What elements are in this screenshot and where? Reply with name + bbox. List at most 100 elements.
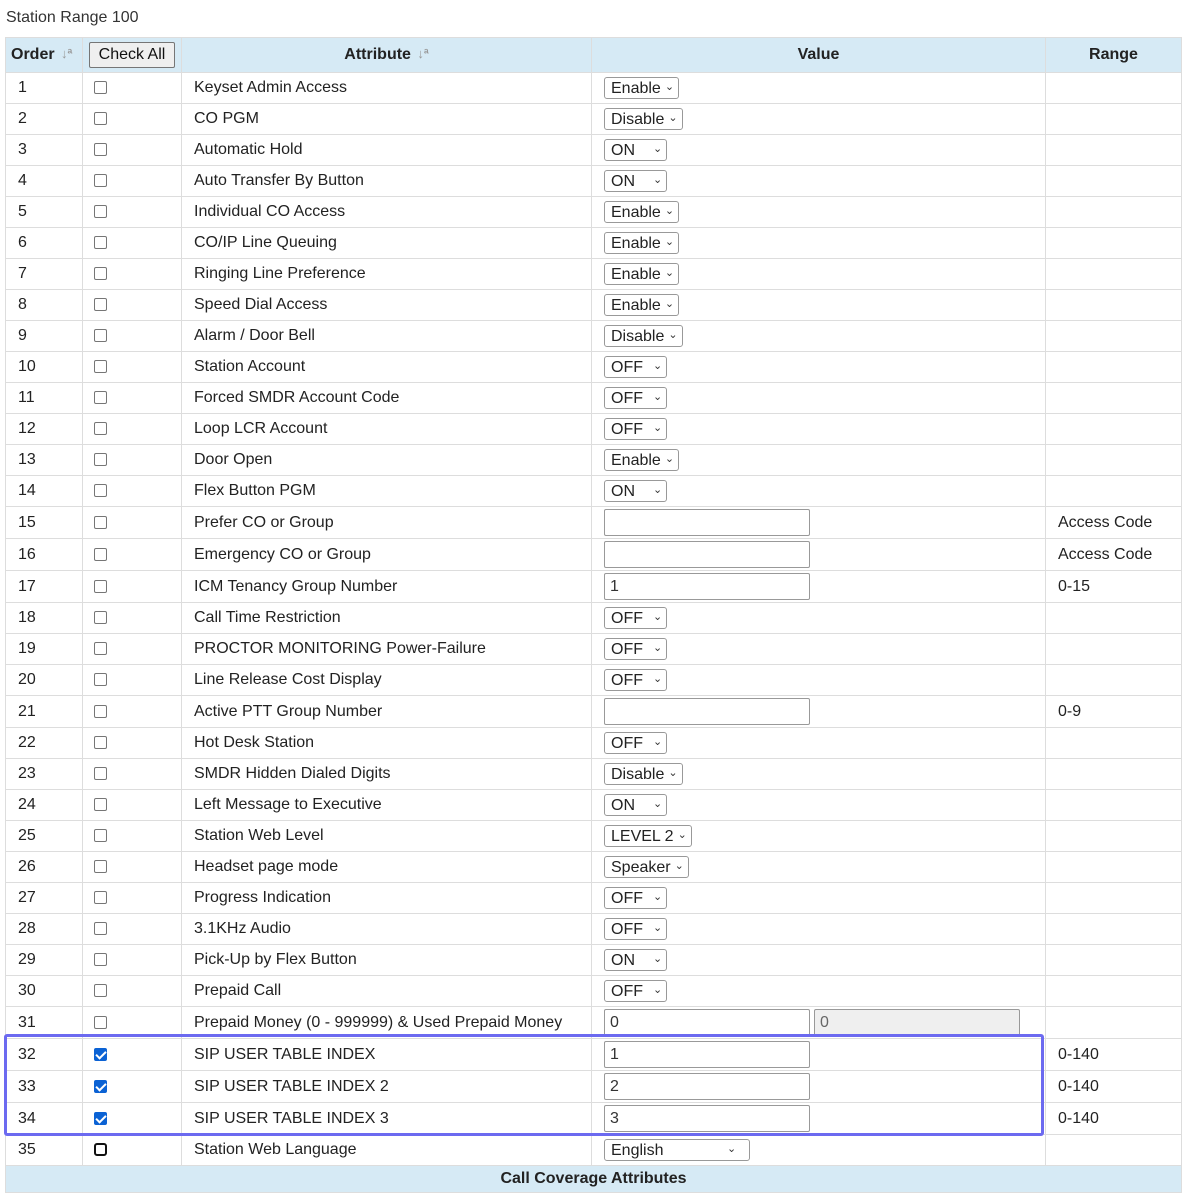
- row-checkbox[interactable]: [94, 1143, 107, 1157]
- value-select[interactable]: OFF ⌄: [604, 980, 668, 1002]
- value-input[interactable]: 3: [604, 1105, 810, 1132]
- value-input[interactable]: [604, 541, 810, 568]
- range-cell: [1045, 258, 1182, 290]
- row-checkbox[interactable]: [94, 984, 107, 998]
- attribute-cell: Door Open: [181, 444, 592, 476]
- check-all-button[interactable]: Check All: [88, 42, 176, 68]
- value-select[interactable]: Enable ⌄: [604, 77, 680, 99]
- row-checkbox[interactable]: [94, 1015, 107, 1029]
- select-value: OFF: [611, 735, 643, 752]
- value-input[interactable]: 0: [604, 1009, 810, 1036]
- row-checkbox[interactable]: [94, 736, 107, 750]
- row-checkbox[interactable]: [94, 484, 107, 498]
- value-select[interactable]: Enable ⌄: [604, 294, 680, 316]
- value-select[interactable]: ON ⌄: [604, 139, 668, 161]
- row-checkbox[interactable]: [94, 112, 107, 126]
- value-select[interactable]: OFF ⌄: [604, 887, 668, 909]
- row-checkbox[interactable]: [94, 1079, 107, 1093]
- order-cell: 13: [5, 444, 83, 476]
- row-checkbox[interactable]: [94, 829, 107, 843]
- value-select[interactable]: Enable ⌄: [604, 449, 680, 471]
- value-select[interactable]: Enable ⌄: [604, 263, 680, 285]
- table-row: 26 Headset page mode Speaker ⌄: [5, 851, 1182, 883]
- row-checkbox[interactable]: [94, 891, 107, 905]
- row-checkbox[interactable]: [94, 298, 107, 312]
- row-checkbox[interactable]: [94, 360, 107, 374]
- checkbox-cell: [82, 1070, 182, 1103]
- value-select[interactable]: OFF ⌄: [604, 387, 668, 409]
- row-checkbox[interactable]: [94, 236, 107, 250]
- value-select[interactable]: OFF ⌄: [604, 356, 668, 378]
- row-checkbox[interactable]: [94, 798, 107, 812]
- row-checkbox[interactable]: [94, 143, 107, 157]
- sort-icon[interactable]: ↓ª: [417, 46, 428, 61]
- value-select[interactable]: OFF ⌄: [604, 918, 668, 940]
- row-checkbox[interactable]: [94, 642, 107, 656]
- value-select[interactable]: OFF ⌄: [604, 638, 668, 660]
- value-select[interactable]: Disable ⌄: [604, 763, 683, 785]
- value-select[interactable]: OFF ⌄: [604, 669, 668, 691]
- select-value: Enable: [611, 204, 661, 221]
- sort-icon[interactable]: ↓ª: [61, 46, 72, 61]
- order-cell: 6: [5, 227, 83, 259]
- value-select[interactable]: ON ⌄: [604, 949, 668, 971]
- checkbox-cell: [82, 1102, 182, 1135]
- value-select[interactable]: Enable ⌄: [604, 232, 680, 254]
- order-column-header[interactable]: Order ↓ª: [5, 37, 83, 73]
- order-cell: 26: [5, 851, 83, 883]
- value-select[interactable]: Enable ⌄: [604, 201, 680, 223]
- value-input[interactable]: 2: [604, 1073, 810, 1100]
- row-checkbox[interactable]: [94, 391, 107, 405]
- value-input[interactable]: 1: [604, 1041, 810, 1068]
- value-select[interactable]: OFF ⌄: [604, 418, 668, 440]
- value-select[interactable]: ON ⌄: [604, 480, 668, 502]
- row-checkbox[interactable]: [94, 422, 107, 436]
- row-checkbox[interactable]: [94, 922, 107, 936]
- value-select[interactable]: OFF ⌄: [604, 607, 668, 629]
- value-cell: ON ⌄: [591, 165, 1046, 197]
- row-checkbox[interactable]: [94, 767, 107, 781]
- row-checkbox[interactable]: [94, 579, 107, 593]
- row-checkbox[interactable]: [94, 515, 107, 529]
- checkbox-cell: [82, 258, 182, 290]
- table-row: 31 Prepaid Money (0 - 999999) & Used Prep…: [5, 1006, 1182, 1039]
- row-checkbox[interactable]: [94, 81, 107, 95]
- select-value: OFF: [611, 983, 643, 1000]
- attribute-cell: Ringing Line Preference: [181, 258, 592, 290]
- chevron-down-icon: ⌄: [653, 984, 663, 996]
- value-select[interactable]: Disable ⌄: [604, 325, 683, 347]
- value-select[interactable]: ON ⌄: [604, 794, 668, 816]
- row-checkbox[interactable]: [94, 953, 107, 967]
- row-checkbox[interactable]: [94, 1047, 107, 1061]
- row-checkbox[interactable]: [94, 673, 107, 687]
- value-input[interactable]: [604, 698, 810, 725]
- row-checkbox[interactable]: [94, 860, 107, 874]
- value-select[interactable]: LEVEL 2 ⌄: [604, 825, 692, 847]
- value-input[interactable]: 1: [604, 573, 810, 600]
- attribute-cell: ICM Tenancy Group Number: [181, 570, 592, 603]
- row-checkbox[interactable]: [94, 547, 107, 561]
- value-cell: OFF ⌄: [591, 413, 1046, 445]
- row-checkbox[interactable]: [94, 205, 107, 219]
- row-checkbox[interactable]: [94, 1111, 107, 1125]
- value-select[interactable]: English ⌄: [604, 1139, 750, 1161]
- value-select[interactable]: Speaker ⌄: [604, 856, 689, 878]
- select-value: English: [611, 1142, 664, 1159]
- table-row: 17 ICM Tenancy Group Number 1 0-15: [5, 570, 1182, 603]
- order-cell: 16: [5, 538, 83, 571]
- row-checkbox[interactable]: [94, 329, 107, 343]
- attribute-column-header[interactable]: Attribute ↓ª: [181, 37, 592, 73]
- value-select[interactable]: ON ⌄: [604, 170, 668, 192]
- value-input[interactable]: [604, 509, 810, 536]
- row-checkbox[interactable]: [94, 704, 107, 718]
- range-cell: [1045, 103, 1182, 135]
- row-checkbox[interactable]: [94, 174, 107, 188]
- value-select[interactable]: OFF ⌄: [604, 732, 668, 754]
- checkbox-cell: [82, 633, 182, 665]
- row-checkbox[interactable]: [94, 453, 107, 467]
- table-row: 5 Individual CO Access Enable ⌄: [5, 196, 1182, 228]
- value-select[interactable]: Disable ⌄: [604, 108, 683, 130]
- table-row: 9 Alarm / Door Bell Disable ⌄: [5, 320, 1182, 352]
- row-checkbox[interactable]: [94, 267, 107, 281]
- row-checkbox[interactable]: [94, 611, 107, 625]
